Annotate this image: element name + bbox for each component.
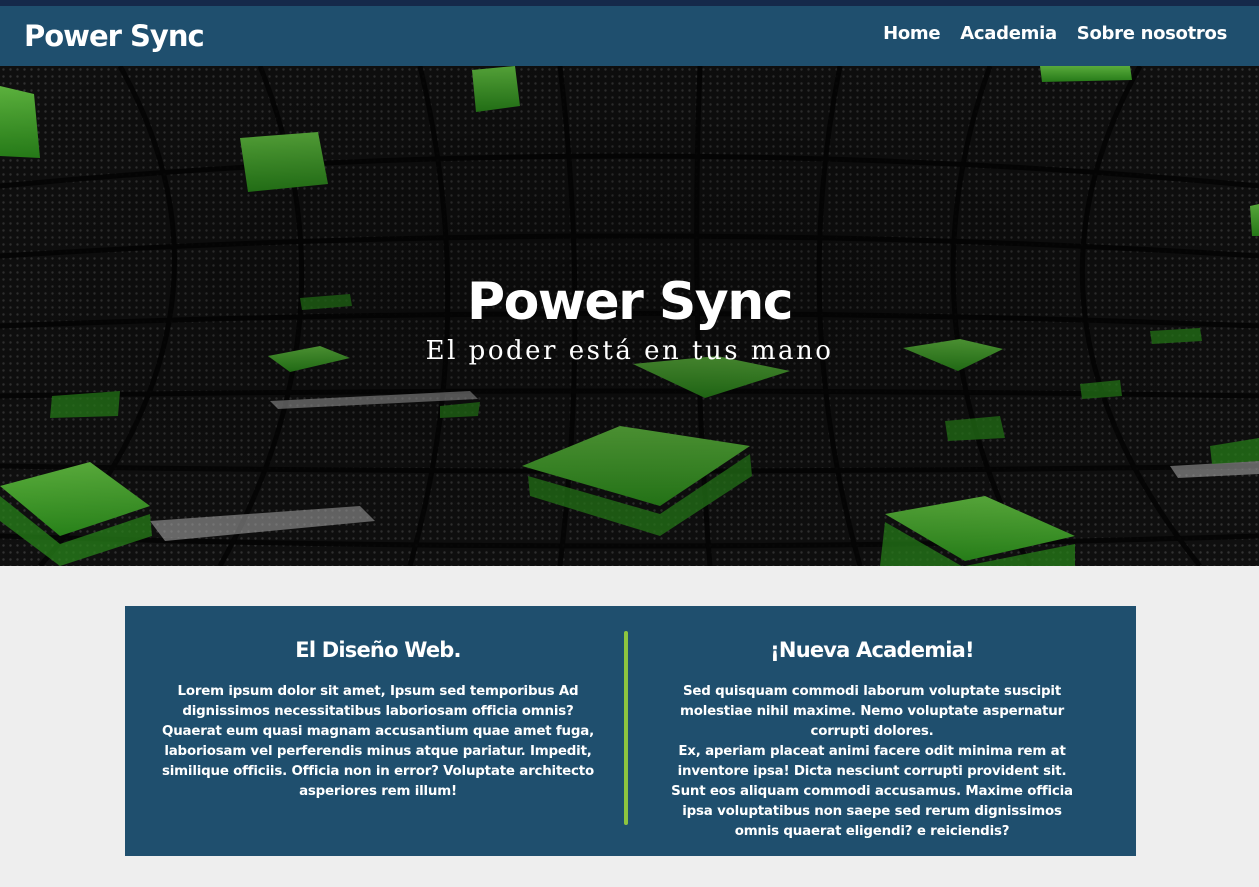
hero-banner: Power Sync El poder está en tus mano <box>0 66 1259 566</box>
main-nav: Home Academia Sobre nosotros <box>883 23 1227 44</box>
nav-link-academia[interactable]: Academia <box>960 23 1057 44</box>
nav-link-sobre-nosotros[interactable]: Sobre nosotros <box>1077 23 1228 44</box>
web-design-title: El Diseño Web. <box>295 638 461 662</box>
academy-text-part-2: Ex, aperiam placeat animi facere odit mi… <box>671 744 1073 839</box>
academy-title: ¡Nueva Academia! <box>770 638 975 662</box>
nav-link-home[interactable]: Home <box>883 23 941 44</box>
academy-text: Sed quisquam commodi laborum voluptate s… <box>662 682 1082 842</box>
column-divider <box>624 631 628 825</box>
academy-text-part-1: Sed quisquam commodi laborum voluptate s… <box>680 684 1064 739</box>
web-design-text: Lorem ipsum dolor sit amet, Ipsum sed te… <box>162 684 594 799</box>
site-logo[interactable]: Power Sync <box>24 19 205 53</box>
info-card: El Diseño Web. Lorem ipsum dolor sit ame… <box>125 606 1136 856</box>
hero-subtitle: El poder está en tus mano <box>425 336 834 366</box>
academy-column: ¡Nueva Academia! Sed quisquam commodi la… <box>637 606 1107 842</box>
hero-title: Power Sync <box>466 272 794 332</box>
navbar: Power Sync Home Academia Sobre nosotros <box>0 6 1259 66</box>
web-design-column: El Diseño Web. Lorem ipsum dolor sit ame… <box>143 606 613 802</box>
